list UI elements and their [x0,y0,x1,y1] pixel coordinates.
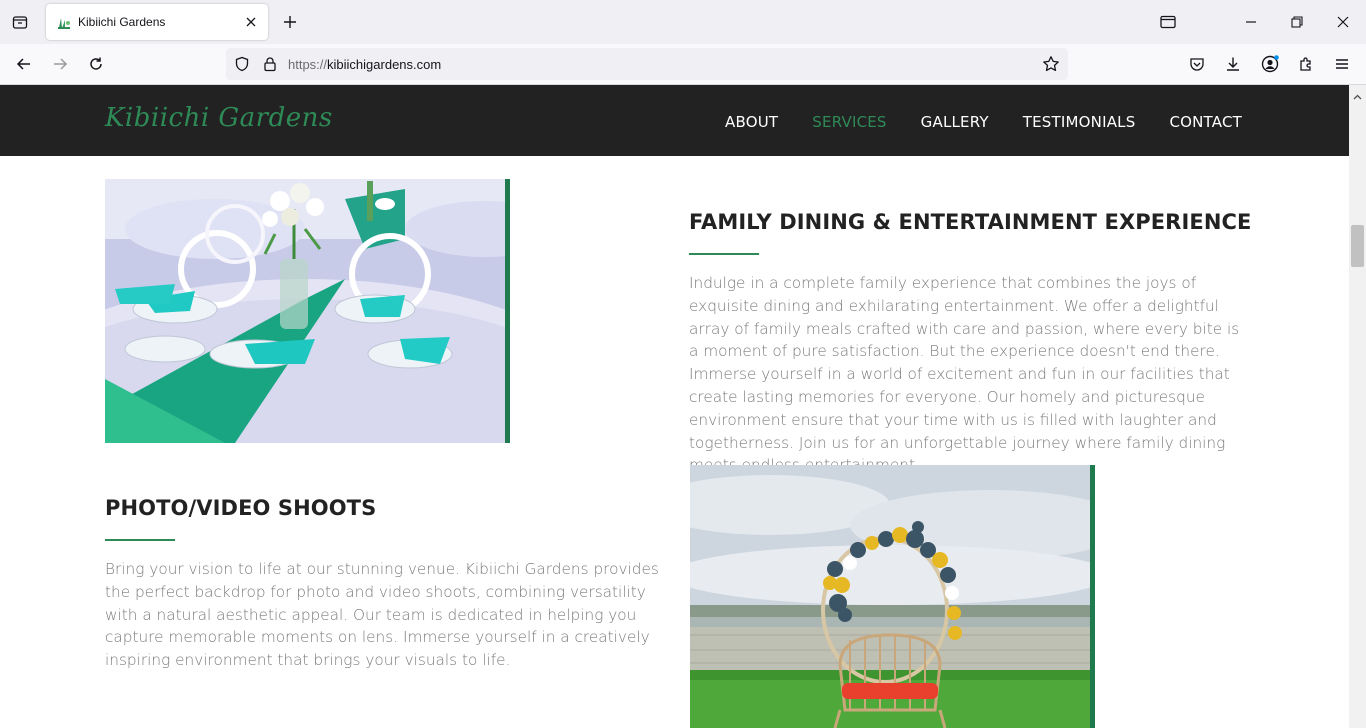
restore-icon[interactable] [1287,12,1307,32]
scrollbar-thumb[interactable] [1351,225,1364,267]
back-icon[interactable] [13,53,35,75]
url-protocol: https:// [288,57,328,72]
extensions-icon[interactable] [1295,53,1317,75]
photo-video-rule [105,539,175,541]
browser-tab-bar: Kibiichi Gardens [0,0,1366,44]
scroll-up-icon[interactable] [1353,89,1362,100]
site-logo[interactable]: Kibiichi Gardens [105,103,333,133]
nav-gallery[interactable]: GALLERY [921,113,989,131]
address-bar[interactable]: https://kibiichigardens.com [226,48,1068,80]
minimize-icon[interactable] [1241,12,1261,32]
browser-tab[interactable]: Kibiichi Gardens [46,4,268,40]
firefox-view-icon[interactable] [1158,12,1178,32]
nav-testimonials[interactable]: TESTIMONIALS [1023,113,1136,131]
family-dining-rule [689,253,759,255]
site-favicon-icon [56,14,72,30]
new-tab-icon[interactable] [280,12,300,32]
balloon-arch-photo [690,465,1091,728]
nav-services[interactable]: SERVICES [812,113,886,131]
forward-icon[interactable] [49,53,71,75]
url-text[interactable]: https://kibiichigardens.com [288,57,441,72]
lock-icon[interactable] [262,56,278,72]
nav-contact[interactable]: CONTACT [1169,113,1242,131]
photo-video-text: Bring your vision to life at our stunnin… [105,560,659,670]
downloads-icon[interactable] [1222,53,1244,75]
menu-hamburger-icon[interactable] [1331,53,1353,75]
page-viewport: Kibiichi Gardens ABOUT SERVICES GALLERY … [0,85,1349,728]
family-dining-text: Indulge in a complete family experience … [689,274,1240,474]
dining-table-photo [105,179,505,443]
account-icon[interactable] [1259,53,1281,75]
close-window-icon[interactable] [1333,12,1353,32]
tab-list-icon[interactable] [8,10,32,34]
url-host: kibiichigardens.com [327,57,442,72]
family-dining-title: FAMILY DINING & ENTERTAINMENT EXPERIENCE [689,210,1252,234]
bookmark-star-icon[interactable] [1042,55,1060,73]
main-nav: ABOUT SERVICES GALLERY TESTIMONIALS CONT… [725,113,1242,131]
site-header: Kibiichi Gardens ABOUT SERVICES GALLERY … [0,85,1349,156]
nav-about[interactable]: ABOUT [725,113,778,131]
tracking-protection-shield-icon[interactable] [234,56,250,72]
close-tab-icon[interactable] [242,13,260,31]
page-scrollbar[interactable] [1349,85,1366,728]
tab-title: Kibiichi Gardens [78,15,166,29]
photo-video-title: PHOTO/VIDEO SHOOTS [105,496,377,520]
photo-accent-bar [1090,465,1095,728]
pocket-icon[interactable] [1186,53,1208,75]
reload-icon[interactable] [85,53,107,75]
photo-accent-bar [505,179,510,443]
browser-nav-bar: https://kibiichigardens.com [0,44,1366,85]
